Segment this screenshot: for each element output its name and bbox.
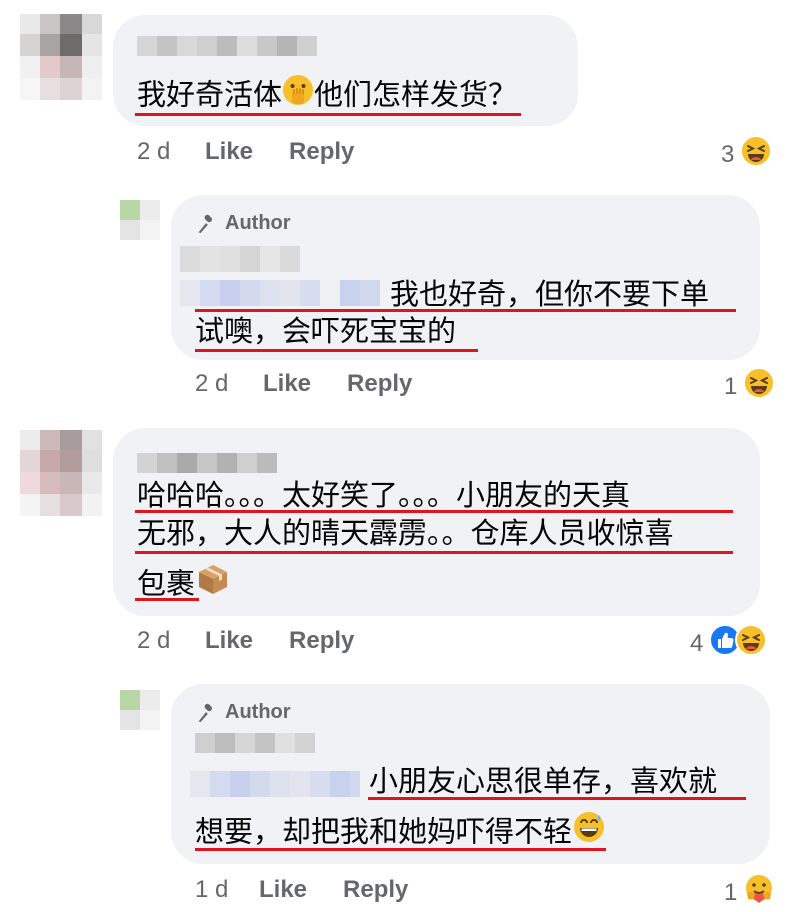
hand-over-mouth-emoji-icon bbox=[282, 74, 314, 113]
reaction-summary[interactable]: 1 bbox=[724, 367, 776, 406]
comment-text-line: 无邪，大人的晴天霹雳。。仓库人员收惊喜 bbox=[137, 516, 674, 550]
laughing-face-icon bbox=[740, 135, 773, 174]
red-underline bbox=[368, 797, 746, 800]
reaction-summary[interactable]: 4 bbox=[690, 624, 768, 663]
avatar[interactable] bbox=[20, 14, 102, 100]
microphone-icon bbox=[198, 703, 213, 722]
timestamp[interactable]: 2 d bbox=[137, 138, 205, 166]
comment-actions: 2 d Like Reply bbox=[137, 138, 390, 166]
like-button[interactable]: Like bbox=[205, 627, 253, 655]
red-underline bbox=[195, 349, 478, 352]
microphone-icon bbox=[198, 214, 213, 233]
timestamp[interactable]: 2 d bbox=[137, 627, 205, 655]
reaction-count: 3 bbox=[721, 140, 735, 168]
commenter-name-blurred[interactable] bbox=[137, 36, 317, 56]
like-button[interactable]: Like bbox=[205, 138, 253, 166]
like-button[interactable]: Like bbox=[259, 876, 307, 904]
comment-text-line: 试噢，会吓死宝宝的 bbox=[195, 314, 457, 348]
reply-button[interactable]: Reply bbox=[343, 876, 408, 904]
commenter-name-blurred[interactable] bbox=[137, 453, 277, 473]
avatar[interactable] bbox=[120, 690, 160, 730]
reaction-count: 1 bbox=[724, 878, 738, 906]
commenter-name-blurred[interactable] bbox=[195, 733, 315, 753]
comment-text-line: 哈哈哈。。。太好笑了。。。小朋友的天真 bbox=[137, 478, 631, 512]
reaction-summary[interactable]: 3 bbox=[721, 135, 773, 174]
care-hug-face-icon bbox=[743, 873, 775, 912]
avatar[interactable] bbox=[120, 200, 160, 240]
red-underline bbox=[195, 848, 606, 851]
mention-tag-blurred[interactable] bbox=[180, 280, 380, 306]
author-badge: Author bbox=[195, 212, 291, 235]
red-underline bbox=[135, 551, 733, 554]
author-badge: Author bbox=[195, 701, 291, 724]
comment-actions: 1 d Like Reply bbox=[195, 876, 444, 904]
comment-text-line: 我好奇活体 他们怎样发货？ bbox=[137, 74, 517, 116]
reply-button[interactable]: Reply bbox=[289, 138, 354, 166]
reaction-count: 4 bbox=[690, 629, 704, 657]
red-underline bbox=[135, 510, 733, 513]
timestamp[interactable]: 2 d bbox=[195, 370, 263, 398]
red-underline bbox=[135, 113, 521, 116]
comment-text-line: 小朋友心思很单存，喜欢就 bbox=[369, 764, 718, 798]
package-box-emoji-icon bbox=[195, 561, 231, 604]
red-underline bbox=[135, 598, 199, 601]
reply-button[interactable]: Reply bbox=[289, 627, 354, 655]
timestamp[interactable]: 1 d bbox=[195, 876, 259, 904]
comment-actions: 2 d Like Reply bbox=[195, 370, 448, 398]
avatar[interactable] bbox=[20, 430, 102, 516]
reaction-summary[interactable]: 1 bbox=[724, 873, 775, 912]
comment-text-line: 我也好奇，但你不要下单 bbox=[390, 277, 710, 311]
mention-tag-blurred[interactable] bbox=[190, 771, 360, 797]
reaction-count: 1 bbox=[724, 372, 738, 400]
reply-button[interactable]: Reply bbox=[347, 370, 412, 398]
commenter-name-blurred[interactable] bbox=[180, 246, 300, 272]
like-button[interactable]: Like bbox=[263, 370, 311, 398]
laughing-face-icon bbox=[743, 367, 776, 406]
laughing-face-icon bbox=[735, 624, 768, 663]
comment-actions: 2 d Like Reply bbox=[137, 627, 390, 655]
red-underline bbox=[195, 309, 736, 312]
grinning-sweat-emoji-icon bbox=[572, 810, 606, 851]
